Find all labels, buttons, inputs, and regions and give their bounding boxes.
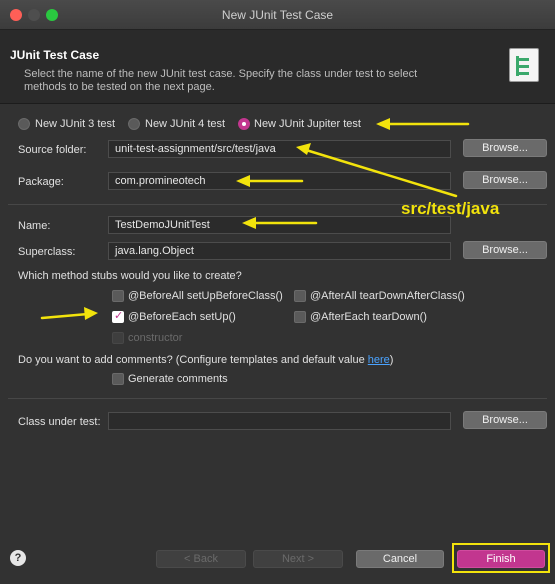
checkbox-before-all-label: @BeforeAll setUpBeforeClass() <box>128 290 283 302</box>
class-under-test-browse-button[interactable]: Browse... <box>463 411 547 429</box>
wizard-header: JUnit Test Case Select the name of the n… <box>0 30 555 104</box>
superclass-label: Superclass: <box>18 246 76 258</box>
checkbox-after-all[interactable] <box>294 290 306 302</box>
checkbox-before-each[interactable] <box>112 309 124 323</box>
superclass-browse-button[interactable]: Browse... <box>463 241 547 259</box>
radio-junit-jupiter[interactable] <box>238 118 250 130</box>
radio-junit-jupiter-label: New JUnit Jupiter test <box>254 118 361 130</box>
comments-question-end: ) <box>389 354 394 366</box>
source-folder-label: Source folder: <box>18 144 87 156</box>
checkbox-after-each[interactable] <box>294 311 306 323</box>
help-icon[interactable]: ? <box>10 550 26 566</box>
source-folder-browse-button[interactable]: Browse... <box>463 139 547 157</box>
checkbox-constructor-label: constructor <box>128 332 183 344</box>
source-folder-input[interactable]: unit-test-assignment/src/test/java <box>108 140 451 158</box>
finish-highlight-box <box>452 543 550 573</box>
class-under-test-input[interactable] <box>108 412 451 430</box>
back-button[interactable]: < Back <box>156 550 246 568</box>
title-bar: New JUnit Test Case <box>0 0 555 30</box>
checkbox-before-each-label: @BeforeEach setUp() <box>128 311 236 323</box>
class-name-input[interactable]: TestDemoJUnitTest <box>108 216 451 234</box>
checkbox-constructor[interactable] <box>112 332 124 344</box>
wizard-description: Select the name of the new JUnit test ca… <box>24 68 418 93</box>
checkbox-after-all-label: @AfterAll tearDownAfterClass() <box>310 290 465 302</box>
annotation-text: src/test/java <box>401 199 500 218</box>
arrow-before-each-line <box>40 312 90 320</box>
separator <box>8 398 547 399</box>
next-button[interactable]: Next > <box>253 550 343 568</box>
arrow-jupiter-head <box>376 118 390 130</box>
checkbox-before-all[interactable] <box>112 290 124 302</box>
package-label: Package: <box>18 176 64 188</box>
package-input[interactable]: com.promineotech <box>108 172 451 190</box>
name-label: Name: <box>18 220 51 232</box>
arrow-before-each-head <box>84 307 98 320</box>
radio-junit3-label: New JUnit 3 test <box>35 118 116 130</box>
checkbox-generate-comments-label: Generate comments <box>128 373 228 385</box>
junit-wizard-icon <box>509 48 539 82</box>
comments-question-text: Do you want to add comments? (Configure … <box>18 354 368 366</box>
checkbox-after-each-label: @AfterEach tearDown() <box>310 311 427 323</box>
radio-junit3[interactable] <box>18 118 30 130</box>
junit-dialog-window: New JUnit Test Case JUnit Test Case Sele… <box>0 0 555 584</box>
wizard-title: JUnit Test Case <box>10 48 100 62</box>
package-browse-button[interactable]: Browse... <box>463 171 547 189</box>
checkbox-generate-comments[interactable] <box>112 373 124 385</box>
superclass-input[interactable]: java.lang.Object <box>108 242 451 260</box>
window-title: New JUnit Test Case <box>221 8 334 22</box>
comments-question: Do you want to add comments? (Configure … <box>18 354 393 366</box>
method-stubs-question: Which method stubs would you like to cre… <box>18 270 242 282</box>
cancel-button[interactable]: Cancel <box>356 550 444 568</box>
radio-junit4-label: New JUnit 4 test <box>145 118 226 130</box>
radio-junit4[interactable] <box>128 118 140 130</box>
class-under-test-label: Class under test: <box>18 416 101 428</box>
configure-templates-link[interactable]: here <box>368 354 390 366</box>
